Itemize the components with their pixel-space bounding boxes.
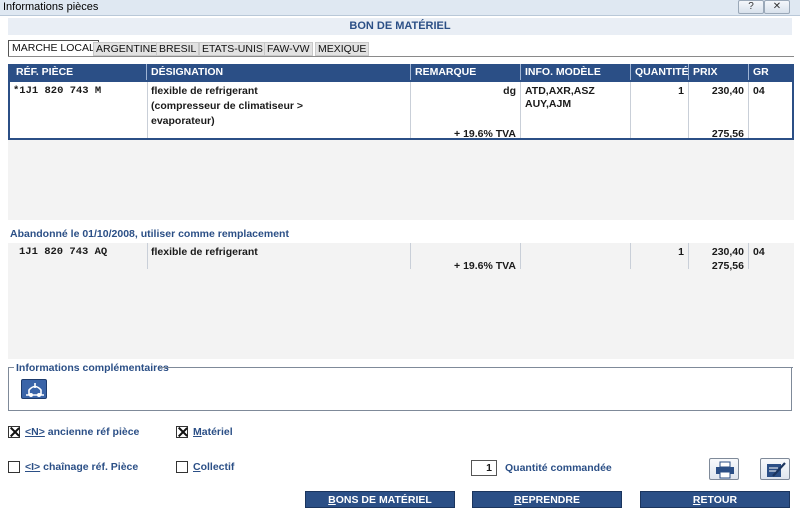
help-button[interactable]: ?	[738, 0, 764, 14]
close-icon: ✕	[772, 1, 782, 12]
collectif-checkbox[interactable]: Collectif	[176, 461, 234, 473]
tab-marche-local[interactable]: MARCHE LOCAL	[8, 40, 99, 57]
label-text: ancienne réf pièce	[44, 426, 140, 438]
replacement-quantity: 1	[678, 246, 684, 258]
part-model-info-line2: AUY,AJM	[525, 98, 572, 110]
part-designation-line3: evaporateur)	[151, 115, 215, 127]
part-designation-line1: flexible de refrigerant	[151, 85, 258, 97]
tab-argentine[interactable]: ARGENTINE	[93, 42, 161, 56]
row-divider	[410, 82, 411, 138]
label-text: ollectif	[200, 461, 235, 473]
quantity-input[interactable]: 1	[471, 460, 497, 476]
collectif-label: Collectif	[193, 461, 234, 473]
chainage-label: <I> chaînage réf. Pièce	[25, 461, 138, 473]
checkbox-box[interactable]	[176, 461, 188, 473]
shortcut-key: <I>	[25, 461, 41, 473]
row-divider	[688, 82, 689, 138]
info-complementaires-legend: Informations complémentaires	[14, 362, 171, 374]
part-tva: + 19.6% TVA	[454, 128, 516, 140]
info-complementaires-group: Informations complémentaires	[8, 362, 793, 411]
materiel-checkbox[interactable]: Matériel	[176, 426, 233, 438]
button-label: ONS DE MATÉRIEL	[335, 494, 432, 506]
window-titlebar: Informations pièces ? ✕	[0, 0, 800, 16]
close-button[interactable]: ✕	[764, 0, 790, 14]
results-grid-empty	[8, 140, 794, 220]
retour-button[interactable]: RETOUR	[640, 491, 790, 508]
reprendre-button[interactable]: REPRENDRE	[472, 491, 622, 508]
part-group: 04	[753, 85, 765, 97]
print-button[interactable]	[709, 458, 739, 480]
model-info-icon[interactable]	[21, 379, 47, 399]
replacement-tva: + 19.6% TVA	[454, 260, 516, 272]
col-divider	[410, 64, 411, 80]
shortcut-key: B	[328, 494, 336, 506]
tab-faw-vw[interactable]: FAW-VW	[264, 42, 313, 56]
shortcut-key: R	[514, 494, 522, 506]
col-divider	[748, 64, 749, 80]
replacement-ref: 1J1 820 743 AQ	[19, 246, 108, 258]
edit-document-icon	[767, 462, 786, 477]
button-label: ETOUR	[700, 494, 738, 506]
col-divider	[520, 64, 521, 80]
bons-de-materiel-button[interactable]: BONS DE MATÉRIEL	[305, 491, 455, 508]
materiel-label: Matériel	[193, 426, 233, 438]
row-divider	[748, 82, 749, 138]
shortcut-key: C	[193, 461, 201, 473]
col-divider	[146, 64, 147, 80]
table-row[interactable]: *1J1 820 743 M flexible de refrigerant (…	[8, 80, 794, 140]
checkbox-box[interactable]	[8, 426, 20, 438]
row-divider	[520, 82, 521, 138]
col-divider	[688, 64, 689, 80]
col-divider	[630, 64, 631, 80]
col-prix[interactable]: PRIX	[693, 66, 718, 78]
button-label: EPRENDRE	[521, 494, 580, 506]
part-price: 230,40	[711, 85, 744, 97]
shortcut-key: M	[193, 426, 202, 438]
shortcut-key: <N>	[25, 426, 45, 438]
replacement-price-ttc: 275,56	[711, 260, 744, 272]
window-title: Informations pièces	[3, 1, 99, 13]
tab-mexique[interactable]: MEXIQUE	[315, 42, 370, 56]
replacement-designation: flexible de refrigerant	[151, 246, 258, 258]
edit-button[interactable]	[760, 458, 790, 480]
tab-bresil[interactable]: BRESIL	[156, 42, 200, 56]
label-text: chaînage réf. Pièce	[40, 461, 139, 473]
ancienne-ref-label: <N> ancienne réf pièce	[25, 426, 139, 438]
table-header: RÉF. PIÈCE DÉSIGNATION REMARQUE INFO. MO…	[8, 64, 794, 80]
col-gr[interactable]: GR	[753, 66, 769, 78]
group-border	[159, 367, 793, 368]
part-designation-line2: (compresseur de climatiseur >	[151, 100, 304, 112]
table-row[interactable]: 1J1 820 743 AQ flexible de refrigerant +…	[8, 243, 794, 272]
row-divider	[147, 82, 148, 138]
replacement-price: 230,40	[711, 246, 744, 258]
col-remarque[interactable]: REMARQUE	[415, 66, 476, 78]
replacement-group: 04	[753, 246, 765, 258]
checkbox-box[interactable]	[8, 461, 20, 473]
part-ref: *1J1 820 743 M	[13, 85, 102, 97]
printer-icon	[716, 461, 734, 479]
help-icon: ?	[748, 1, 754, 12]
checkbox-box[interactable]	[176, 426, 188, 438]
col-ref-piece[interactable]: RÉF. PIÈCE	[16, 66, 73, 78]
replacement-grid: 1J1 820 743 AQ flexible de refrigerant +…	[8, 243, 794, 359]
shortcut-key: R	[692, 494, 701, 506]
part-quantity: 1	[678, 85, 684, 97]
chainage-checkbox[interactable]: <I> chaînage réf. Pièce	[8, 461, 138, 473]
part-remarque: dg	[503, 85, 516, 97]
form-header: BON DE MATÉRIEL	[8, 18, 792, 35]
label-text: atériel	[201, 426, 233, 438]
form-title: BON DE MATÉRIEL	[349, 20, 451, 32]
quantity-label: Quantité commandée	[505, 462, 612, 474]
part-model-info-line1: ATD,AXR,ASZ	[525, 85, 595, 97]
col-info-modele[interactable]: INFO. MODÈLE	[525, 66, 601, 78]
tab-etats-unis[interactable]: ETATS-UNIS	[199, 42, 266, 56]
ancienne-ref-checkbox[interactable]: <N> ancienne réf pièce	[8, 426, 139, 438]
part-price-ttc: 275,56	[711, 128, 744, 140]
row-divider	[630, 82, 631, 138]
col-designation[interactable]: DÉSIGNATION	[151, 66, 223, 78]
replacement-notice: Abandonné le 01/10/2008, utiliser comme …	[10, 228, 289, 240]
col-quantite[interactable]: QUANTITÉ	[635, 66, 689, 78]
